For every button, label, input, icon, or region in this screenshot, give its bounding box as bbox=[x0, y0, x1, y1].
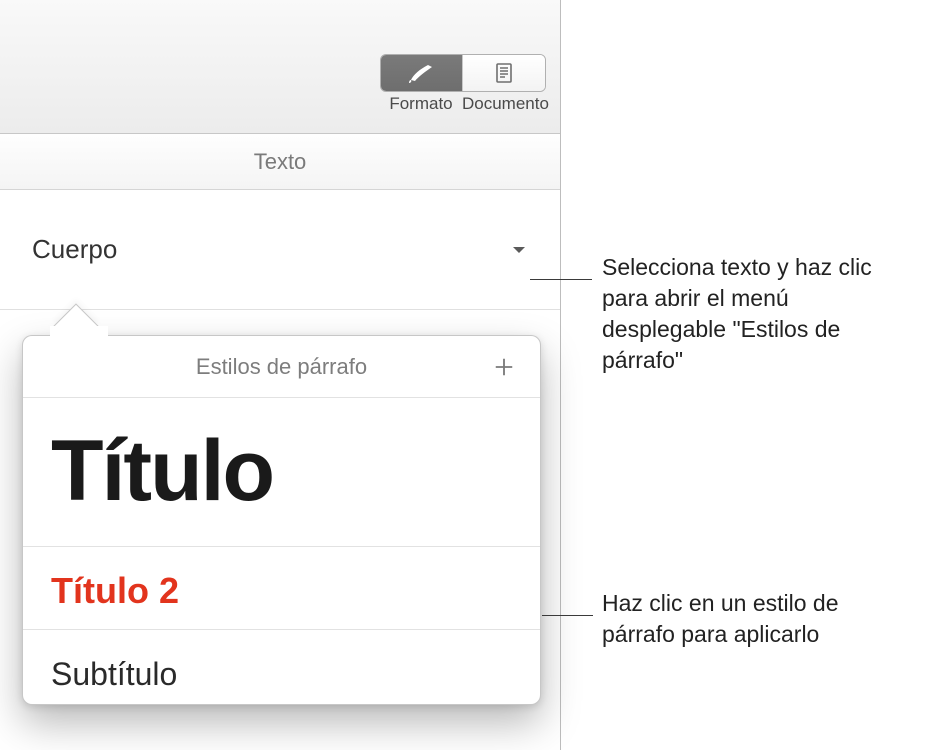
document-tab-button[interactable] bbox=[463, 55, 545, 91]
style-preview-titulo2: Título 2 bbox=[51, 561, 512, 621]
callout-text-2: Haz clic en un estilo de párrafo para ap… bbox=[602, 588, 912, 650]
view-segmented-control bbox=[380, 54, 546, 92]
style-preview-subtitulo: Subtítulo bbox=[51, 644, 512, 696]
style-option-titulo2[interactable]: Título 2 bbox=[23, 547, 540, 630]
chevron-down-icon bbox=[510, 243, 528, 257]
format-tab-button[interactable] bbox=[381, 55, 463, 91]
section-header-text: Texto bbox=[0, 134, 560, 190]
format-tab-label: Formato bbox=[380, 94, 462, 114]
paragraph-styles-popover: Estilos de párrafo Título Título 2 Subtí… bbox=[22, 335, 541, 705]
add-style-button[interactable] bbox=[486, 349, 522, 385]
style-preview-titulo: Título bbox=[51, 412, 512, 538]
popover-arrow-mask bbox=[50, 326, 108, 354]
document-icon bbox=[494, 63, 514, 83]
document-tab-label: Documento bbox=[462, 94, 544, 114]
style-list: Título Título 2 Subtítulo bbox=[23, 398, 540, 704]
style-option-titulo[interactable]: Título bbox=[23, 398, 540, 547]
segmented-labels: Formato Documento bbox=[380, 94, 546, 114]
popover-title: Estilos de párrafo bbox=[196, 354, 367, 380]
style-option-subtitulo[interactable]: Subtítulo bbox=[23, 630, 540, 704]
callout-leader-2 bbox=[542, 615, 593, 616]
format-brush-icon bbox=[408, 63, 436, 83]
callout-leader-1 bbox=[530, 279, 592, 280]
section-title: Texto bbox=[254, 149, 307, 175]
paragraph-style-selector[interactable]: Cuerpo bbox=[0, 190, 560, 310]
callout-text-1: Selecciona texto y haz clic para abrir e… bbox=[602, 252, 912, 376]
plus-icon bbox=[493, 356, 515, 378]
inspector-panel: Formato Documento Texto Cuerpo Estilos d… bbox=[0, 0, 561, 750]
current-style-name: Cuerpo bbox=[32, 234, 117, 265]
